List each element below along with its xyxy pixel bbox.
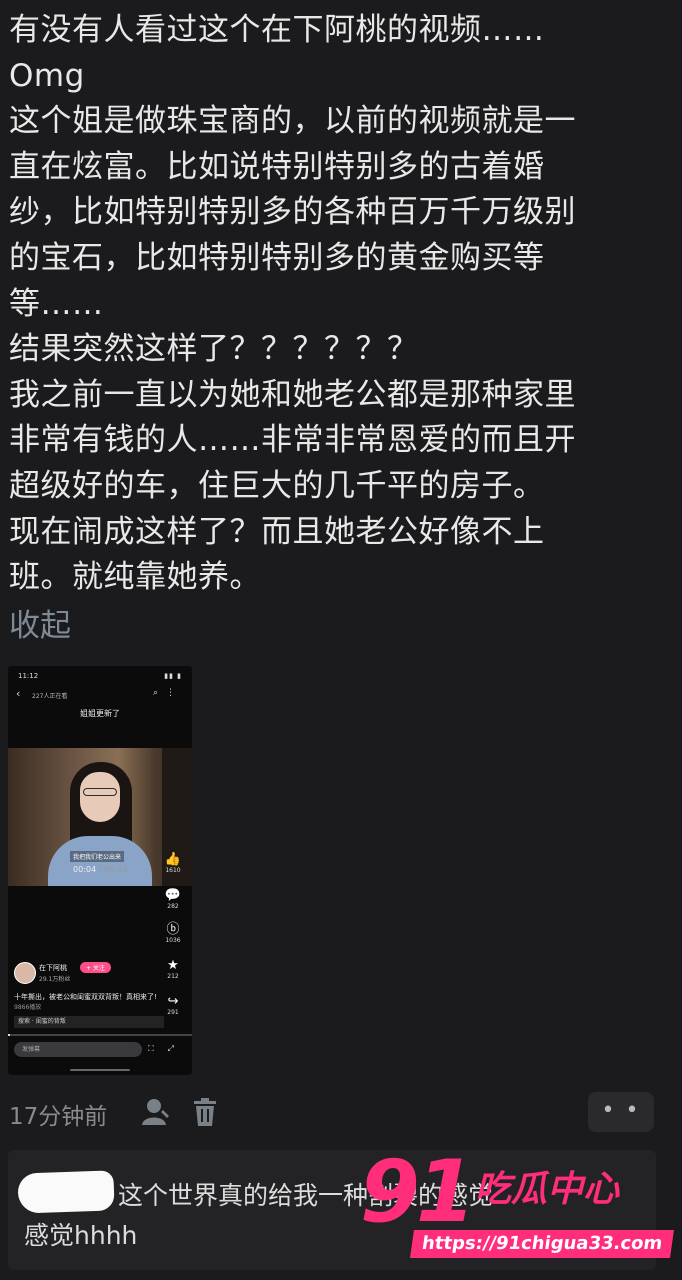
status-time: 11:12	[18, 672, 39, 680]
post-line: 纱，比如特别特别多的各种百万千万级别	[9, 194, 576, 231]
like-count: 1610	[165, 867, 181, 874]
watermark-number: 91	[360, 1142, 476, 1242]
video-caption: 我把我们老公出来	[70, 851, 125, 862]
watermark-text: 吃瓜中心	[475, 1169, 620, 1210]
post-line: 有没有人看过这个在下阿桃的视频……	[9, 12, 545, 48]
viewer-count: 227人正在看	[32, 693, 68, 700]
post-line: 我之前一直以为她和她老公都是那种家里	[9, 376, 576, 413]
home-indicator	[70, 1069, 130, 1071]
favorite-action: ★ 212	[160, 958, 186, 980]
time-total: / 06:43	[98, 865, 127, 874]
fan-count: 29.1万粉丝	[39, 976, 71, 983]
coin-icon: ⓑ	[166, 922, 180, 937]
author-name: 在下阿桃	[39, 964, 67, 972]
post-line: 直在炫富。比如说特别特别多的古着婚	[9, 148, 545, 185]
back-icon: ‹	[16, 687, 21, 700]
post-line: 非常有钱的人……非常非常恩爱的而且开	[9, 422, 576, 459]
user-icon[interactable]	[141, 1098, 171, 1126]
video-progress	[8, 1034, 192, 1036]
video-progress-fill	[8, 1034, 10, 1036]
post-line: 班。就纯靠她养。	[9, 559, 261, 596]
danmaku-input: 发弹幕	[14, 1042, 142, 1057]
post-line: 现在闹成这样了？而且她老公好像不上	[9, 513, 545, 550]
more-button[interactable]: • •	[588, 1092, 654, 1132]
post-time: 17分钟前	[9, 1104, 108, 1130]
video-search-bar: 搜索 · 闺蜜的背叛	[14, 1016, 164, 1028]
post-line: 等……	[9, 285, 104, 322]
like-action: 👍 1610	[160, 852, 186, 874]
watermark-url: https://91chigua33.com	[410, 1230, 675, 1258]
video-face	[80, 772, 120, 822]
play-count: 9866播放	[14, 1004, 42, 1011]
watermark-logo: 91 吃瓜中心 https://91chigua33.com	[360, 1142, 675, 1262]
coin-count: 1036	[165, 937, 181, 944]
follow-button: + 关注	[80, 962, 111, 973]
coin-action: ⓑ 1036	[160, 922, 186, 944]
comment-action: 💬 282	[160, 888, 186, 910]
redacted-username	[17, 1170, 115, 1214]
video-glasses	[83, 788, 117, 796]
post-line: Omg	[9, 57, 85, 94]
thumbs-up-icon: 👍	[164, 852, 182, 867]
comment-count: 282	[167, 903, 179, 910]
collapse-link[interactable]: 收起	[9, 600, 71, 645]
post-line: 这个姐是做珠宝商的，以前的视频就是一	[9, 103, 576, 140]
fullscreen-icons: ⛶⤢	[148, 1044, 188, 1053]
video-description: 十年撕出，被老公和闺蜜双双背叛！真相来了!	[14, 993, 157, 1001]
favorite-count: 212	[167, 973, 179, 980]
post-line: 的宝石，比如特别特别多的黄金购买等	[9, 239, 545, 276]
comment-icon: 💬	[164, 888, 182, 903]
status-indicators: ▮▮ ▮	[164, 672, 182, 680]
author-avatar	[14, 962, 36, 984]
search-more-icons: ⌕⋮	[152, 688, 183, 698]
post-line: 超级好的车，住巨大的几千平的房子。	[9, 467, 545, 504]
reply-text: 感觉hhhh	[24, 1221, 138, 1250]
share-count: 291	[167, 1009, 179, 1016]
trash-icon[interactable]	[193, 1097, 217, 1127]
attached-image[interactable]: 11:12 ▮▮ ▮ ‹ 227人正在看 ⌕⋮ 姐姐更新了 我把我们老公出来 0…	[8, 666, 192, 1075]
post-body: 有没有人看过这个在下阿桃的视频…… Omg 这个姐是做珠宝商的，以前的视频就是一…	[9, 8, 669, 601]
time-current: 00:04	[73, 865, 97, 874]
video-title: 姐姐更新了	[80, 709, 120, 718]
post-line: 结果突然这样了？？？？？？	[9, 331, 419, 368]
star-icon: ★	[167, 958, 179, 973]
